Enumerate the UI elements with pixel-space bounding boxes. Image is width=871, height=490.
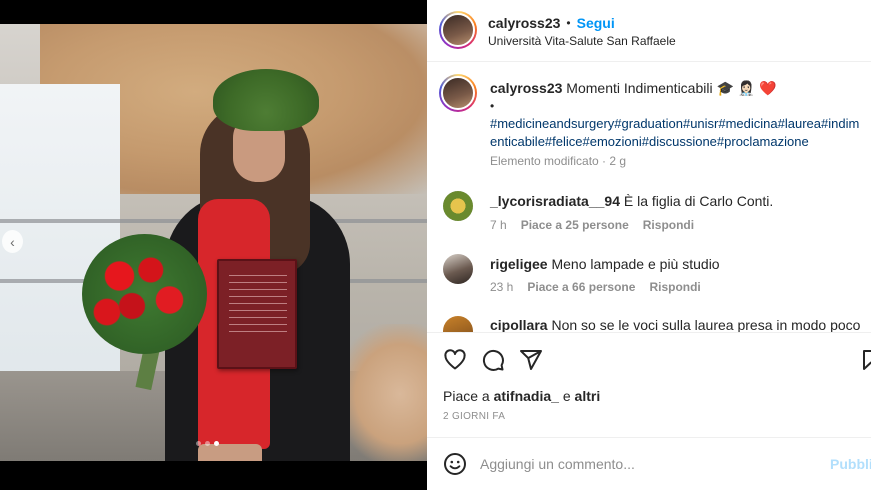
post-time-ago[interactable]: 2 GIORNI FA bbox=[443, 411, 505, 422]
comment-username[interactable]: cipollara bbox=[490, 317, 548, 332]
caption-bullet: • bbox=[490, 99, 495, 113]
bookmark-icon[interactable] bbox=[859, 348, 871, 372]
comment-username[interactable]: rigeligee bbox=[490, 256, 548, 272]
publish-button[interactable]: Pubblica bbox=[830, 456, 871, 472]
comment-avatar[interactable] bbox=[443, 254, 473, 284]
diploma-folder bbox=[217, 259, 297, 369]
post-photo[interactable] bbox=[0, 24, 427, 461]
post-media-pane: ‹ bbox=[0, 0, 427, 490]
hashtags-line[interactable]: enticabile#felice#emozioni#discussione#p… bbox=[490, 133, 868, 151]
comment-item: _lycorisradiata__94 È la figlia di Carlo… bbox=[490, 193, 773, 209]
separator-dot: • bbox=[566, 16, 571, 30]
carousel-indicator bbox=[196, 441, 219, 446]
post-header: calyross23 • Segui Università Vita-Salut… bbox=[427, 0, 871, 62]
post-actions: Piace a atifnadia_ e altri 2 GIORNI FA bbox=[427, 332, 871, 440]
comment-input[interactable] bbox=[480, 453, 820, 475]
comment-avatar[interactable] bbox=[443, 191, 473, 221]
caption-title: Momenti Indimenticabili bbox=[566, 80, 713, 96]
author-username[interactable]: calyross23 bbox=[488, 15, 560, 31]
comment-meta: 7 h Piace a 25 persone Rispondi bbox=[490, 218, 694, 232]
comments-section[interactable]: calyross23 Momenti Indimenticabili 🎓 👩🏻‍… bbox=[427, 62, 871, 332]
comment-text: Non so se le voci sulla laurea presa in … bbox=[551, 317, 861, 332]
comment-icon[interactable] bbox=[481, 348, 505, 372]
carousel-dot bbox=[196, 441, 201, 446]
likes-connector: e bbox=[562, 388, 571, 404]
graduate-legs bbox=[198, 444, 262, 461]
author-avatar[interactable] bbox=[439, 11, 477, 49]
post-sidebar: calyross23 • Segui Università Vita-Salut… bbox=[427, 0, 871, 490]
chevron-left-icon: ‹ bbox=[10, 233, 15, 250]
comment-likes[interactable]: Piace a 25 persone bbox=[521, 218, 629, 232]
hashtags-line[interactable]: #medicineandsurgery#graduation#unisr#med… bbox=[490, 115, 868, 133]
comment-text: È la figlia di Carlo Conti. bbox=[623, 193, 774, 209]
caption-username[interactable]: calyross23 bbox=[490, 80, 562, 96]
emoji-icon[interactable] bbox=[443, 452, 467, 476]
caption-emojis: 🎓 👩🏻‍⚕️ ❤️ bbox=[716, 80, 777, 96]
likes-others[interactable]: altri bbox=[575, 388, 601, 404]
reply-button[interactable]: Rispondi bbox=[649, 280, 700, 294]
comment-likes[interactable]: Piace a 66 persone bbox=[527, 280, 635, 294]
likes-summary[interactable]: Piace a atifnadia_ e altri bbox=[443, 388, 600, 404]
comment-username[interactable]: _lycorisradiata__94 bbox=[490, 193, 620, 209]
carousel-prev-button[interactable]: ‹ bbox=[2, 230, 23, 253]
caption-avatar[interactable] bbox=[439, 74, 477, 112]
reply-button[interactable]: Rispondi bbox=[643, 218, 694, 232]
carousel-dot-active bbox=[214, 441, 219, 446]
liked-by-user[interactable]: atifnadia_ bbox=[494, 388, 559, 404]
follow-button[interactable]: Segui bbox=[577, 15, 615, 31]
likes-prefix: Piace a bbox=[443, 388, 490, 404]
heart-icon[interactable] bbox=[443, 348, 467, 372]
share-icon[interactable] bbox=[519, 348, 543, 372]
background-plant bbox=[337, 324, 427, 461]
edited-label: Elemento modificato · 2 g bbox=[490, 154, 627, 168]
comment-text: Meno lampade e più studio bbox=[551, 256, 720, 272]
post-location[interactable]: Università Vita-Salute San Raffaele bbox=[488, 34, 676, 48]
caption-hashtags[interactable]: #medicineandsurgery#graduation#unisr#med… bbox=[490, 115, 868, 151]
comment-time[interactable]: 23 h bbox=[490, 280, 513, 294]
carousel-dot bbox=[205, 441, 210, 446]
comment-item: rigeligee Meno lampade e più studio bbox=[490, 256, 720, 272]
comment-time[interactable]: 7 h bbox=[490, 218, 507, 232]
comment-avatar[interactable] bbox=[443, 316, 473, 332]
rose-bouquet bbox=[82, 234, 207, 354]
comment-item: cipollara Non so se le voci sulla laurea… bbox=[490, 317, 860, 332]
comment-meta: 23 h Piace a 66 persone Rispondi bbox=[490, 280, 701, 294]
comment-composer: Pubblica bbox=[427, 437, 871, 490]
caption-first-line: calyross23 Momenti Indimenticabili 🎓 👩🏻‍… bbox=[490, 80, 777, 97]
laurel-wreath bbox=[213, 69, 319, 131]
